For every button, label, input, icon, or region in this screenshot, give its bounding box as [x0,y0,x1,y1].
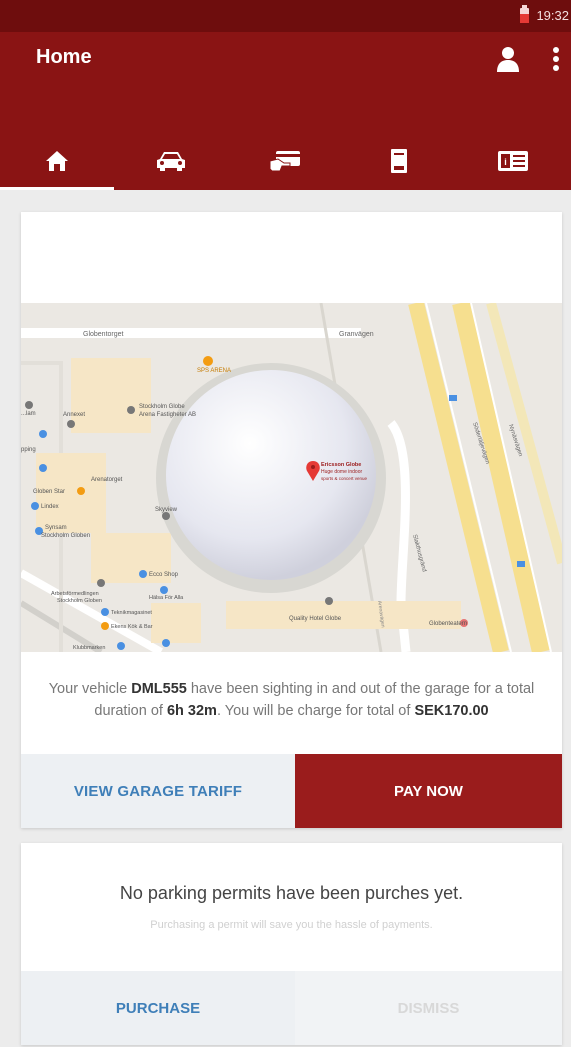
dismiss-button[interactable]: DISMISS [295,971,562,1045]
garage-charge-card: Globentorget Granvägen SPS ARENA Stockho… [21,212,562,828]
garage-map[interactable]: Globentorget Granvägen SPS ARENA Stockho… [21,303,562,652]
home-icon [46,151,68,171]
map-label: ...lam [21,411,36,417]
message-text: Your vehicle [48,681,132,697]
map-label: Annexet [63,412,85,418]
map-label: Globenteatern [429,621,467,627]
map-label: Globentorget [83,331,124,338]
map-label: sports & concert venue [321,476,368,481]
parking-duration: 6h 32m [166,703,217,719]
receipt-icon [391,149,407,173]
map-label: Skyview [155,507,178,513]
map-label: Globen Star [33,489,65,495]
account-icon[interactable] [496,46,520,72]
tab-vehicles[interactable] [114,132,228,190]
charge-amount: SEK170.00 [414,703,489,719]
garage-actions: VIEW GARAGE TARIFF PAY NOW [21,754,562,828]
map-label: Synsam [45,525,67,531]
message-text: . You will be charge for total of [216,703,415,719]
tab-payments[interactable] [228,132,342,190]
map-label: SPS ARENA [197,368,231,374]
charge-message: Your vehicle DML555 have been sighting i… [33,678,550,722]
map-label: Ecco Shop [149,572,179,578]
map-label: Stockholm Globen [57,598,102,604]
wallet-icon: i [498,151,528,171]
map-label: Lindex [41,504,59,510]
map-label: Arbetsförmedlingen [51,591,99,597]
parking-permits-card: No parking permits have been purches yet… [21,843,562,1045]
permits-heading: No parking permits have been purches yet… [119,883,464,903]
status-time: 19:32 [536,8,569,23]
vehicle-plate: DML555 [131,681,187,697]
pay-now-button[interactable]: PAY NOW [295,754,562,828]
map-label: Arenatorget [91,477,123,483]
car-icon [157,152,185,171]
permits-actions: PURCHASE DISMISS [21,971,562,1045]
payment-icon [269,151,300,172]
map-label: Ericsson Globe [321,462,361,468]
tab-bar: i [0,132,571,190]
map-label: Hälsa För Alla [149,595,184,601]
tab-receipts[interactable] [342,132,456,190]
map-label: Stockholm Globe [139,404,185,410]
status-bar: 19:32 [0,0,571,32]
purchase-button[interactable]: PURCHASE [21,971,295,1045]
page-title: Home [36,46,92,68]
map-label: Stockholm Globen [41,533,90,539]
map-label: Arena Fastigheter AB [139,412,196,418]
tab-wallet[interactable]: i [456,132,570,190]
tab-home[interactable] [0,132,114,190]
svg-text:i: i [504,157,507,167]
map-label: Quality Hotel Globe [289,616,342,622]
more-vert-icon[interactable] [550,46,562,72]
app-bar: Home i [0,32,571,190]
map-label: Ekens Kök & Bar [111,624,153,630]
map-label: pping [21,447,36,453]
map-label: Huge dome indoor [321,469,362,475]
map-label: Klubbmarken [73,645,105,651]
map-label: Teknikmagasinet [111,610,152,616]
view-garage-tariff-button[interactable]: VIEW GARAGE TARIFF [21,754,295,828]
map-label: Granvägen [339,331,374,338]
battery-icon [520,5,529,23]
permits-subtext: Purchasing a permit will save you the ha… [150,919,433,931]
